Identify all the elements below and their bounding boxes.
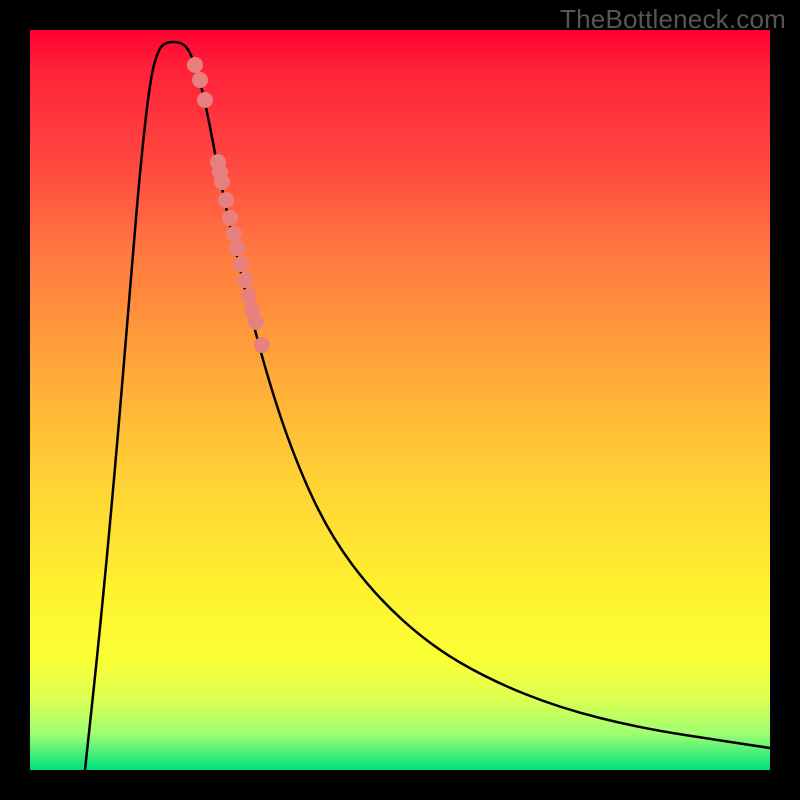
chart-overlay — [30, 30, 770, 770]
plot-area — [30, 30, 770, 770]
dot — [226, 226, 242, 242]
dot — [222, 210, 238, 226]
dot — [187, 57, 203, 73]
watermark-text: TheBottleneck.com — [560, 4, 786, 35]
dot — [248, 314, 264, 330]
dot — [237, 272, 253, 288]
highlighted-dots — [187, 57, 270, 353]
dot — [214, 174, 230, 190]
dot — [233, 256, 249, 272]
dot — [229, 240, 245, 256]
dot — [241, 288, 257, 304]
dot — [254, 337, 270, 353]
bottleneck-curve — [85, 42, 770, 770]
dot — [218, 192, 234, 208]
dot — [192, 72, 208, 88]
chart-frame: TheBottleneck.com — [0, 0, 800, 800]
dot — [197, 92, 213, 108]
